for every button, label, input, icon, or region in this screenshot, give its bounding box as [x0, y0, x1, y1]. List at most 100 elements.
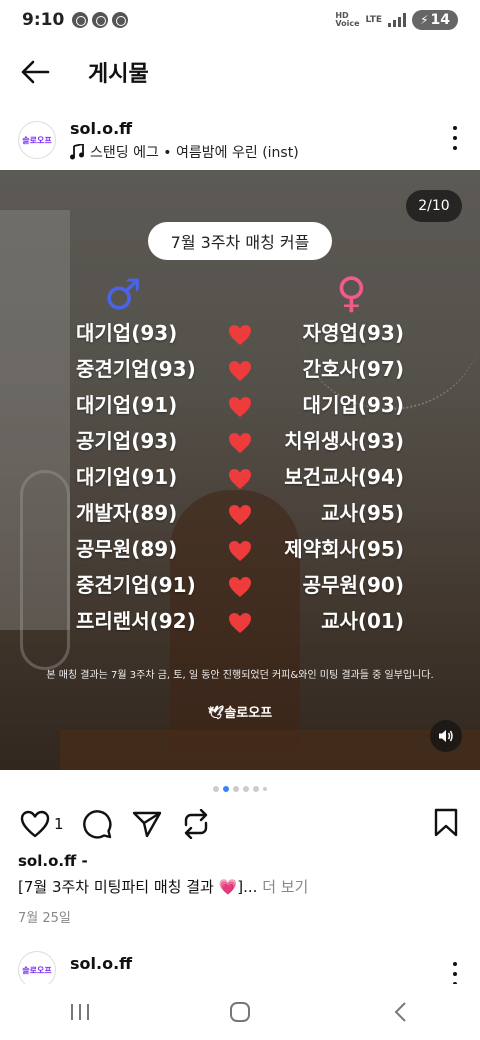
post-date: 7월 25일 — [18, 911, 71, 926]
recent-apps-button[interactable] — [50, 992, 110, 1032]
match-row: 개발자(89) 교사(95) — [0, 497, 480, 533]
send-icon — [132, 811, 161, 838]
notification-icons — [72, 12, 129, 28]
recent-apps-icon — [71, 1004, 89, 1020]
comment-icon — [82, 810, 112, 839]
caption-text: [7월 3주차 미팅파티 매칭 결과 💗]... 더 보기 — [18, 878, 309, 896]
next-post-username[interactable]: sol.o.ff — [70, 954, 132, 973]
battery-icon: ⚡ 14 — [412, 10, 458, 30]
page-title: 게시물 — [88, 62, 149, 87]
speaker-icon — [439, 730, 453, 742]
week-title: 7월 3주차 매칭 커플 — [148, 222, 332, 260]
music-info[interactable]: 스탠딩 에그 • 여름밤에 우린 (inst) — [70, 142, 299, 162]
match-row: 대기업(91) 보건교사(94) — [0, 461, 480, 497]
app-header: 게시물 — [0, 44, 480, 100]
male-occupation: 대기업(93) — [76, 321, 178, 345]
female-occupation: 교사(95) — [321, 501, 404, 525]
hd-voice-icon: HD Voice — [335, 11, 360, 28]
post-header: 솔로오프 sol.o.ff 스탠딩 에그 • 여름밤에 우린 (inst) — [0, 112, 480, 168]
female-occupation: 제약회사(95) — [284, 537, 404, 561]
heart-icon — [229, 361, 251, 381]
heart-icon — [229, 469, 251, 489]
signal-icon — [388, 13, 407, 27]
arrow-left-icon — [21, 60, 50, 84]
music-note-icon — [70, 143, 84, 159]
repost-icon — [184, 809, 207, 839]
carousel-dot — [243, 786, 249, 792]
caption-username[interactable]: sol.o.ff — [18, 852, 76, 870]
status-indicators: HD Voice LTE ⚡ 14 — [335, 10, 458, 30]
match-row: 공기업(93) 치위생사(93) — [0, 425, 480, 461]
notification-icon — [92, 12, 109, 28]
notification-icon — [72, 12, 89, 28]
heart-icon — [229, 541, 251, 561]
more-options-icon[interactable] — [450, 962, 460, 986]
bookmark-button[interactable] — [434, 808, 458, 842]
male-occupation: 중견기업(93) — [76, 357, 196, 381]
heart-icon — [229, 397, 251, 417]
heart-icon — [229, 433, 251, 453]
male-occupation: 프리랜서(92) — [76, 609, 196, 633]
back-button[interactable] — [0, 44, 70, 100]
music-title: 스탠딩 에그 • 여름밤에 우린 (inst) — [90, 144, 299, 161]
caption: sol.o.ff - [7월 3주차 미팅파티 매칭 결과 💗]... 더 보기… — [18, 852, 462, 926]
repost-button[interactable] — [182, 809, 210, 839]
female-occupation: 자영업(93) — [302, 321, 404, 345]
male-occupation: 대기업(91) — [76, 393, 178, 417]
female-occupation: 공무원(90) — [302, 573, 404, 597]
match-row: 공무원(89) 제약회사(95) — [0, 533, 480, 569]
more-link[interactable]: 더 보기 — [257, 878, 308, 896]
comment-button[interactable] — [82, 809, 112, 839]
carousel-dot-active — [223, 786, 229, 792]
heart-icon — [229, 325, 251, 345]
more-options-icon[interactable] — [450, 126, 460, 150]
male-occupation: 공무원(89) — [76, 537, 178, 561]
carousel-dot — [263, 787, 267, 791]
post-meta: sol.o.ff 스탠딩 에그 • 여름밤에 우린 (inst) — [70, 119, 299, 162]
post-media[interactable]: 2/10 7월 3주차 매칭 커플 ♂ ♀ 대기업(93) 자영업(93) 중견기업… — [0, 170, 480, 770]
system-nav-bar — [0, 984, 480, 1040]
carousel-dot — [253, 786, 259, 792]
home-button[interactable] — [210, 992, 270, 1032]
male-occupation: 개발자(89) — [76, 501, 178, 525]
brand-mark: 🕊솔로오프 — [207, 706, 273, 721]
heart-icon — [229, 505, 251, 525]
carousel-indicator — [0, 786, 480, 792]
female-symbol-icon: ♀ — [336, 268, 367, 317]
female-occupation: 간호사(97) — [302, 357, 404, 381]
female-occupation: 대기업(93) — [302, 393, 404, 417]
female-occupation: 보건교사(94) — [284, 465, 404, 489]
male-occupation: 공기업(93) — [76, 429, 178, 453]
carousel-dot — [213, 786, 219, 792]
notification-icon — [112, 12, 129, 28]
home-icon — [230, 1002, 250, 1022]
share-button[interactable] — [132, 810, 162, 838]
match-row: 중견기업(93) 간호사(97) — [0, 353, 480, 389]
male-symbol-icon: ♂ — [104, 270, 142, 319]
like-button[interactable]: 1 — [20, 810, 64, 838]
battery-level: 14 — [430, 12, 450, 28]
heart-icon — [229, 613, 251, 633]
sound-toggle-button[interactable] — [430, 720, 462, 752]
footnote: 본 매칭 결과는 7월 3주차 금, 토, 일 동안 진행되었던 커피&와인 미… — [46, 670, 434, 681]
heart-icon — [229, 577, 251, 597]
image-counter: 2/10 — [406, 190, 462, 222]
match-row: 프리랜서(92) 교사(01) — [0, 605, 480, 641]
heart-icon — [20, 810, 50, 838]
female-occupation: 교사(01) — [321, 609, 404, 633]
match-row: 중견기업(91) 공무원(90) — [0, 569, 480, 605]
lte-icon: LTE — [365, 14, 383, 25]
match-row: 대기업(93) 자영업(93) — [0, 317, 480, 353]
status-time: 9:10 — [22, 10, 65, 30]
chevron-left-icon — [394, 1002, 406, 1022]
avatar[interactable]: 솔로오프 — [18, 121, 56, 159]
back-nav-button[interactable] — [370, 992, 430, 1032]
status-bar: 9:10 HD Voice LTE ⚡ 14 — [0, 0, 480, 40]
bookmark-icon — [434, 808, 458, 837]
post-actions: 1 — [0, 806, 480, 842]
post-username[interactable]: sol.o.ff — [70, 119, 299, 138]
male-occupation: 중견기업(91) — [76, 573, 196, 597]
carousel-dot — [233, 786, 239, 792]
male-occupation: 대기업(91) — [76, 465, 178, 489]
female-occupation: 치위생사(93) — [284, 429, 404, 453]
